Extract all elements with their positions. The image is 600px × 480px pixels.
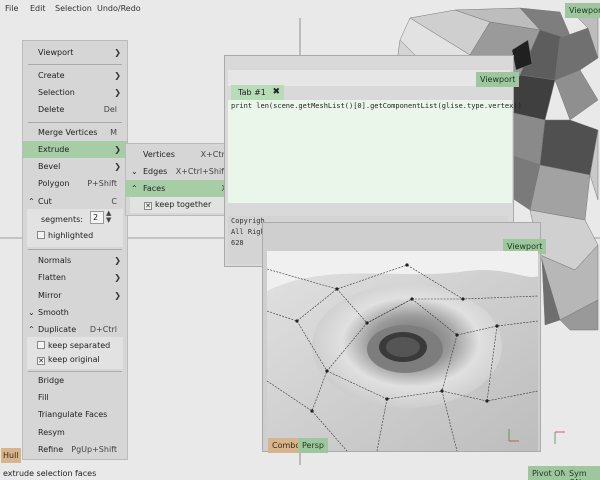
chevron-right-icon: ❯	[114, 48, 121, 57]
menu-edit[interactable]: Edit	[30, 4, 46, 13]
chevron-up-icon: ⌃	[28, 197, 35, 206]
menu-item-viewport[interactable]: Viewport ❯	[23, 44, 127, 61]
menu-undo-redo[interactable]: Undo/Redo	[97, 4, 141, 13]
status-text: extrude selection faces	[3, 469, 97, 478]
chevron-right-icon: ❯	[114, 162, 121, 171]
menu-item-smooth[interactable]: ⌄ Smooth	[23, 304, 127, 321]
top-viewport-button[interactable]: Viewport	[565, 3, 600, 18]
menu-item-bridge[interactable]: Bridge	[23, 372, 127, 389]
segments-input[interactable]: 2	[90, 211, 104, 224]
divider	[28, 122, 122, 123]
sym-toggle[interactable]: Sym ON	[565, 466, 600, 480]
hull-button[interactable]: Hull	[1, 448, 21, 463]
menu-item-cut[interactable]: ⌃ Cut C	[23, 193, 127, 210]
mesh-viewport[interactable]	[267, 251, 538, 451]
menu-item-duplicate[interactable]: ⌃ Duplicate D+Ctrl	[23, 321, 127, 338]
chevron-right-icon: ❯	[114, 145, 121, 154]
extrude-submenu: Vertices X+Ctrl ⌄ Edges X+Ctrl+Shift ⌃ Faces…	[125, 143, 238, 216]
chevron-right-icon: ❯	[114, 88, 121, 97]
script-window-header	[228, 70, 510, 86]
chevron-right-icon: ❯	[114, 256, 121, 265]
menu-file[interactable]: File	[5, 4, 18, 13]
divider	[28, 64, 122, 65]
menu-selection[interactable]: Selection	[55, 4, 92, 13]
menu-item-create[interactable]: Create ❯	[23, 67, 127, 84]
menu-item-normals[interactable]: Normals ❯	[23, 252, 127, 269]
code-editor[interactable]: print len(scene.getMeshList()[0].getComp…	[228, 100, 522, 203]
chevron-up-icon: ⌃	[131, 184, 138, 193]
extrude-vertices[interactable]: Vertices X+Ctrl	[126, 146, 237, 163]
chevron-down-icon: ⌄	[131, 167, 138, 176]
chevron-right-icon: ❯	[114, 291, 121, 300]
cut-options: segments: 2 ▲ ▼ highlighted	[27, 209, 123, 247]
menu-item-flatten[interactable]: Flatten ❯	[23, 269, 127, 286]
viewport-window: Viewport Combo Persp	[262, 222, 547, 453]
faces-options: ✕ keep together	[130, 197, 234, 213]
menu-item-resym[interactable]: Resym	[23, 424, 127, 441]
menu-item-delete[interactable]: Delete Del	[23, 101, 127, 118]
keep-together-checkbox[interactable]: ✕ keep together	[144, 200, 211, 210]
chevron-right-icon: ❯	[114, 71, 121, 80]
menubar: File Edit Selection Undo/Redo	[0, 0, 600, 17]
extrude-edges[interactable]: ⌄ Edges X+Ctrl+Shift	[126, 163, 237, 180]
tab-1[interactable]: Tab #1 ✖	[231, 85, 284, 100]
highlighted-checkbox[interactable]: highlighted	[37, 231, 93, 240]
checkbox-icon	[37, 231, 45, 239]
persp-button[interactable]: Persp	[298, 438, 328, 453]
keep-original-checkbox[interactable]: ✕ keep original	[37, 355, 100, 365]
keep-separated-checkbox[interactable]: keep separated	[37, 341, 110, 350]
script-viewport-button[interactable]: Viewport	[476, 72, 520, 87]
highlighted-label: highlighted	[48, 231, 94, 240]
close-icon[interactable]: ✖	[272, 85, 280, 100]
menu-item-bevel[interactable]: Bevel ❯	[23, 158, 127, 175]
menu-item-merge-vertices[interactable]: Merge Vertices M	[23, 124, 127, 141]
checkbox-checked-icon: ✕	[37, 357, 45, 365]
checkbox-checked-icon: ✕	[144, 202, 152, 210]
menu-item-fill[interactable]: Fill	[23, 389, 127, 406]
code-line: print len(scene.getMeshList()[0].getComp…	[231, 102, 522, 110]
chevron-down-icon: ⌄	[28, 308, 35, 317]
menu-item-mirror[interactable]: Mirror ❯	[23, 287, 127, 304]
menu-item-polygon[interactable]: Polygon P+Shift	[23, 175, 127, 192]
extrude-faces[interactable]: ⌃FacesX	[126, 180, 237, 197]
menu-item-triangulate[interactable]: Triangulate Faces	[23, 406, 127, 423]
checkbox-icon	[37, 341, 45, 349]
segments-label: segments:	[41, 215, 83, 224]
chevron-up-icon: ⌃	[28, 325, 35, 334]
context-menu: Viewport ❯ Create ❯ Selection ❯ Delete Del M…	[22, 40, 128, 460]
duplicate-options: keep separated ✕ keep original	[27, 337, 123, 369]
segments-stepper-icon[interactable]: ▲ ▼	[106, 210, 111, 224]
menu-item-extrude[interactable]: Extrude ❯	[23, 141, 127, 158]
menu-item-selection[interactable]: Selection ❯	[23, 84, 127, 101]
chevron-right-icon: ❯	[114, 273, 121, 282]
menu-item-refine[interactable]: Refine PgUp+Shift	[23, 441, 127, 458]
divider	[28, 249, 122, 250]
